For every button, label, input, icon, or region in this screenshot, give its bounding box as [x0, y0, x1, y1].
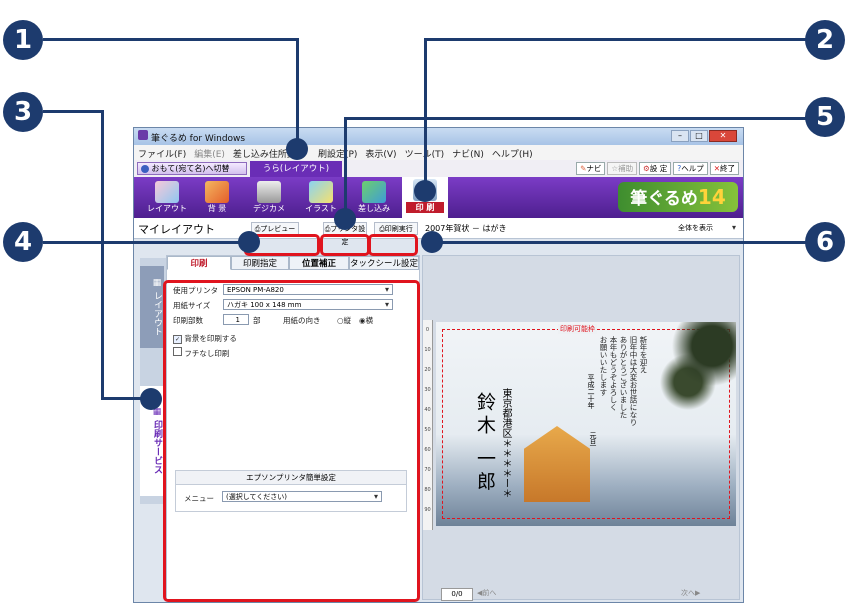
app-icon [138, 130, 148, 140]
menu-view[interactable]: 表示(V) [361, 145, 400, 160]
leader-5 [346, 117, 808, 120]
menu-navi[interactable]: ナビ(N) [448, 145, 488, 160]
gear-icon: ⚙ [643, 164, 650, 173]
assist-button[interactable]: ☆補助 [607, 162, 638, 175]
navi-button[interactable]: ✎ナビ [576, 162, 606, 175]
ruler: 0 10 20 30 40 50 60 70 80 90 [423, 320, 433, 530]
minimize-icon[interactable]: – [671, 130, 689, 142]
leader-6 [430, 241, 808, 244]
callout-3: 3 [3, 92, 43, 132]
callout-5: 5 [805, 97, 845, 137]
tab-back-layout[interactable]: うら(レイアウト) [250, 161, 342, 177]
illust-icon [309, 181, 333, 203]
tree-illustration [656, 322, 736, 442]
highlight-printer-settings [320, 234, 370, 256]
sender-name: 鈴木 一郎 [474, 392, 496, 495]
window-title: 筆ぐるめ for Windows [151, 134, 246, 144]
leader-1-dot [286, 138, 308, 160]
layout-icon [155, 181, 179, 203]
menu-help[interactable]: ヘルプ(H) [488, 145, 537, 160]
address-text: 東京都港区＊＊＊＊ー＊ [500, 388, 511, 498]
view-mode-select[interactable]: 全体を表示 [674, 222, 740, 233]
camera-icon [257, 181, 281, 203]
main-ribbon: レイアウト 背 景 デジカメ イラスト 差し込み 印 刷 筆ぐるめ14 [134, 177, 743, 218]
highlight-print-panel [163, 280, 420, 602]
side-switch-row: おもて(宛て名)へ切替 うら(レイアウト) ✎ナビ ☆補助 ⚙設 定 ?ヘルプ … [134, 160, 743, 177]
menu-edit[interactable]: 編集(E) [190, 145, 229, 160]
callout-6: 6 [805, 222, 845, 262]
ribbon-merge[interactable]: 差し込み [348, 179, 400, 216]
highlight-print-execute [368, 234, 418, 256]
leader-3-dot [140, 388, 162, 410]
background-icon [205, 181, 229, 203]
printable-label: 印刷可能枠 [558, 324, 597, 334]
new-year-card[interactable]: 印刷可能枠 新年を迎え 旧年中は大変お世話になり ありがとうございました 本年もどうぞ… [436, 322, 736, 526]
menu-print-settings[interactable]: 刷設定(P) [314, 145, 361, 160]
prev-button[interactable]: ◀前へ [477, 588, 496, 598]
side-tab-layout[interactable]: ▦ レイアウト [140, 266, 164, 348]
help-button[interactable]: ?ヘルプ [673, 162, 708, 175]
my-layout-title: マイレイアウト [138, 223, 215, 236]
switch-icon [141, 164, 149, 173]
tab-print-options[interactable]: 印刷指定 [231, 256, 289, 270]
leader-1 [43, 38, 298, 41]
maximize-icon[interactable]: □ [690, 130, 708, 142]
leader-5v [344, 117, 347, 217]
close-icon[interactable]: ✕ [709, 130, 737, 142]
leader-6-dot [421, 231, 443, 253]
leader-3 [43, 110, 103, 113]
next-icon: ▶ [695, 589, 701, 597]
exit-button[interactable]: ✕終了 [709, 162, 739, 175]
callout-4: 4 [3, 222, 43, 262]
brand-logo: 筆ぐるめ14 [618, 182, 738, 212]
merge-icon [362, 181, 386, 203]
greeting-text: 新年を迎え 旧年中は大変お世話になり ありがとうございました 本年もどうぞよろしく お願… [599, 336, 648, 426]
tab-position-adjust[interactable]: 位置補正 [289, 256, 349, 270]
leader-4-dot [238, 231, 260, 253]
layout-side-icon: ▦ [152, 278, 162, 289]
newyear-text: 元旦 [589, 432, 597, 446]
leader-2-dot [414, 180, 436, 202]
leader-2v [424, 38, 427, 188]
title-bar: 筆ぐるめ for Windows – □ ✕ [134, 128, 743, 145]
callout-1: 1 [3, 20, 43, 60]
next-button[interactable]: 次へ▶ [681, 588, 700, 598]
leader-2 [424, 38, 808, 41]
leader-1v [296, 38, 299, 148]
tab-print[interactable]: 印刷 [167, 256, 231, 270]
ribbon-layout[interactable]: レイアウト [144, 179, 190, 216]
settings-button[interactable]: ⚙設 定 [639, 162, 672, 175]
switch-front-button[interactable]: おもて(宛て名)へ切替 [137, 162, 247, 175]
callout-2: 2 [805, 20, 845, 60]
date-text: 平成二十年 [587, 374, 595, 409]
leader-4 [43, 241, 243, 244]
leader-3v [101, 110, 104, 400]
tab-tack-seal[interactable]: タックシール設定 [349, 256, 419, 270]
ribbon-camera[interactable]: デジカメ [246, 179, 292, 216]
leader-5-dot [334, 208, 356, 230]
menu-bar: ファイル(F) 編集(E) 差し込み住所録 刷設定(P) 表示(V) ツール(T… [134, 145, 743, 160]
ribbon-background[interactable]: 背 景 [194, 179, 240, 216]
menu-file[interactable]: ファイル(F) [134, 145, 190, 160]
page-counter: 0/0 [441, 588, 473, 601]
card-preview-area: 0 10 20 30 40 50 60 70 80 90 印刷可能枠 新年を迎え 旧年中は大変お世話… [422, 255, 740, 601]
